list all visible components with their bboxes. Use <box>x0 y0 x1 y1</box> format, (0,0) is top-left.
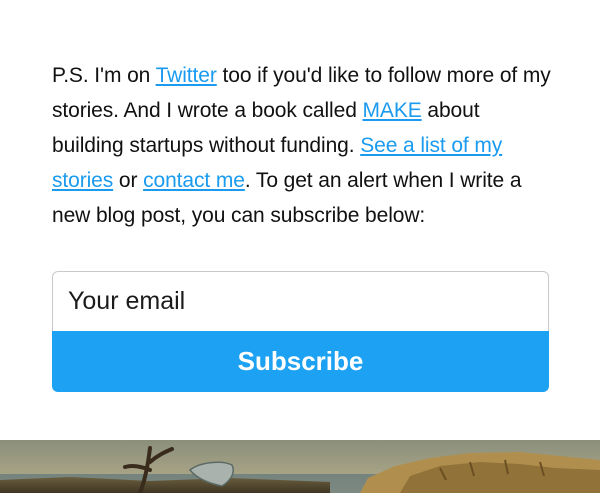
contact-link[interactable]: contact me <box>143 169 245 192</box>
surreal-landscape-painting <box>0 440 600 493</box>
postscript-text: or <box>113 169 144 192</box>
twitter-link[interactable]: Twitter <box>156 64 217 87</box>
make-book-link[interactable]: MAKE <box>363 99 422 122</box>
postscript-paragraph: P.S. I'm on Twitter too if you'd like to… <box>52 58 552 233</box>
postscript-text: P.S. I'm on <box>52 64 156 87</box>
subscribe-form: Subscribe <box>52 271 549 392</box>
article-illustration <box>0 440 600 493</box>
subscribe-button[interactable]: Subscribe <box>52 331 549 392</box>
email-field[interactable] <box>52 271 549 331</box>
